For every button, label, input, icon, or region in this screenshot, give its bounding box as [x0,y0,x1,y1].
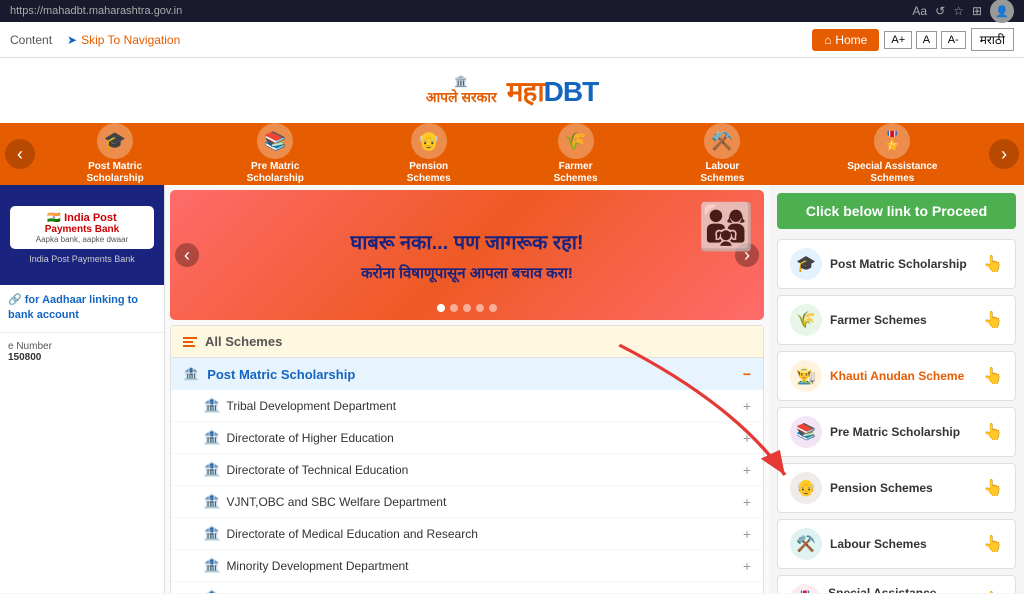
home-button[interactable]: ⌂ Home [812,29,879,51]
expand-icon: + [743,430,751,446]
quick-link-icon-6: 🎖️ [790,584,820,593]
aple-sarkar-logo: 🏛️ आपले सरकार [426,75,497,107]
hand-icon-2: 👆 [983,366,1003,386]
browser-icon-1: Aa [912,4,927,18]
cat-nav-prev[interactable]: ‹ [5,139,35,169]
browser-icon-4: ⊞ [972,4,982,18]
scheme-list-item[interactable]: 🏦Minority Development Department+ [171,550,763,582]
proceed-header: Click below link to Proceed [777,193,1016,229]
quick-link-icon-3: 📚 [790,416,822,448]
center-content: ‹ घाबरू नका... पण जागरूक रहा! करोना विषा… [165,185,769,593]
browser-url: https://mahadbt.maharashtra.gov.in [10,5,182,17]
quick-link-item-5[interactable]: ⚒️ Labour Schemes 👆 [777,519,1016,569]
category-item-2[interactable]: 👴 PensionSchemes [399,118,459,190]
cat-nav-next[interactable]: › [989,139,1019,169]
category-item-4[interactable]: ⚒️ LabourSchemes [692,118,752,190]
left-sidebar: 🇮🇳 India Post Payments Bank Aapka bank, … [0,185,165,593]
collapse-icon: − [743,366,751,382]
quick-link-item-4[interactable]: 👴 Pension Schemes 👆 [777,463,1016,513]
category-icon-2: 👴 [411,123,447,159]
quick-link-icon-2: 👨‍🌾 [790,360,822,392]
schemes-section: All Schemes 🏦 Post Matric Scholarship − … [170,325,764,593]
category-icon-4: ⚒️ [704,123,740,159]
scheme-list-item[interactable]: 🏦Directorate of Higher Education+ [171,422,763,454]
category-icon-5: 🎖️ [874,123,910,159]
category-item-5[interactable]: 🎖️ Special AssistanceSchemes [839,118,945,190]
hand-icon-3: 👆 [983,422,1003,442]
scheme-group-header-post-matric[interactable]: 🏦 Post Matric Scholarship − [171,358,763,390]
category-nav: ‹ 🎓 Post MatricScholarship📚 Pre MatricSc… [0,123,1024,185]
scheme-list-item[interactable]: 🏦Tribal Development Department+ [171,390,763,422]
skip-content-link[interactable]: Content [10,33,52,47]
logo-bar: 🏛️ आपले सरकार महाDBT [0,58,1024,123]
scheme-item-icon: 🏦 [203,589,220,593]
scheme-item-icon: 🏦 [203,461,220,478]
sidebar-phone-info: e Number 150800 [0,332,164,371]
quick-link-item-2[interactable]: 👨‍🌾 Khauti Anudan Scheme 👆 [777,351,1016,401]
nav-bar: Content ➤ Skip To Navigation ⌂ Home A+ A… [0,22,1024,58]
browser-bar: https://mahadbt.maharashtra.gov.in Aa ↺ … [0,0,1024,22]
scheme-item-icon: 🏦 [203,557,220,574]
banner-line1: घाबरू नका... पण जागरूक रहा! [350,228,583,255]
category-icon-1: 📚 [257,123,293,159]
category-icon-0: 🎓 [97,123,133,159]
scheme-item-icon: 🏦 [203,525,220,542]
expand-icon: + [743,590,751,594]
scheme-item-icon: 🏦 [203,429,220,446]
banner-prev[interactable]: ‹ [175,243,199,267]
expand-icon: + [743,494,751,510]
expand-icon: + [743,462,751,478]
bank-institution-icon: 🏦 [183,366,199,382]
banner-dots [437,304,497,312]
scheme-list-item[interactable]: 🏦Directorate of Medical Education and Re… [171,518,763,550]
category-icon-3: 🌾 [558,123,594,159]
browser-avatar[interactable]: 👤 [990,0,1014,23]
scheme-items-list: 🏦Tribal Development Department+🏦Director… [171,390,763,593]
banner-line2: करोना विषाणूपासून आपला बचाव करा! [350,263,583,283]
category-item-1[interactable]: 📚 Pre MatricScholarship [239,118,312,190]
bank-notice: 🔗 for Aadhaar linking to bank account [0,285,164,332]
expand-icon: + [743,526,751,542]
quick-link-icon-5: ⚒️ [790,528,822,560]
scheme-item-icon: 🏦 [203,493,220,510]
font-normal-button[interactable]: A [916,31,937,49]
hand-icon-5: 👆 [983,534,1003,554]
font-increase-button[interactable]: A+ [884,31,912,49]
home-icon: ⌂ [824,33,831,47]
quick-links-list: 🎓 Post Matric Scholarship 👆 🌾 Farmer Sch… [777,239,1016,593]
scheme-list-item[interactable]: 🏦Directorate of Technical Education+ [171,454,763,486]
browser-icon-2: ↺ [935,4,945,18]
quick-link-icon-4: 👴 [790,472,822,504]
hand-icon-6: 👆 [983,590,1003,593]
category-item-3[interactable]: 🌾 FarmerSchemes [546,118,606,190]
quick-link-icon-1: 🌾 [790,304,822,336]
browser-icon-3: ☆ [953,4,964,18]
scheme-group-post-matric: 🏦 Post Matric Scholarship − 🏦Tribal Deve… [171,358,763,593]
category-item-0[interactable]: 🎓 Post MatricScholarship [78,118,151,190]
hand-icon-0: 👆 [983,254,1003,274]
bank-card: 🇮🇳 India Post Payments Bank Aapka bank, … [0,185,164,285]
scheme-list-item[interactable]: 🏦VJNT,OBC and SBC Welfare Department+ [171,486,763,518]
skip-nav-link[interactable]: ➤ Skip To Navigation [67,33,180,47]
quick-link-item-6[interactable]: 🎖️ Special Assistance Schemes 👆 [777,575,1016,593]
quick-link-icon-0: 🎓 [790,248,822,280]
hand-icon-4: 👆 [983,478,1003,498]
expand-icon: + [743,398,751,414]
quick-link-item-0[interactable]: 🎓 Post Matric Scholarship 👆 [777,239,1016,289]
expand-icon: + [743,558,751,574]
scheme-list-item[interactable]: 🏦Maharashtra Council of Agriculture Educ… [171,582,763,593]
quick-link-item-1[interactable]: 🌾 Farmer Schemes 👆 [777,295,1016,345]
maha-dbt-logo: महाDBT [507,72,598,110]
language-button[interactable]: मराठी [971,28,1014,51]
right-panel: Click below link to Proceed 🎓 Post Matri… [769,185,1024,593]
quick-link-item-3[interactable]: 📚 Pre Matric Scholarship 👆 [777,407,1016,457]
scheme-item-icon: 🏦 [203,397,220,414]
schemes-header: All Schemes [171,326,763,358]
banner: ‹ घाबरू नका... पण जागरूक रहा! करोना विषा… [170,190,764,320]
font-decrease-button[interactable]: A- [941,31,966,49]
hand-icon-1: 👆 [983,310,1003,330]
banner-icon: 👨‍👩‍👧 [698,200,754,253]
